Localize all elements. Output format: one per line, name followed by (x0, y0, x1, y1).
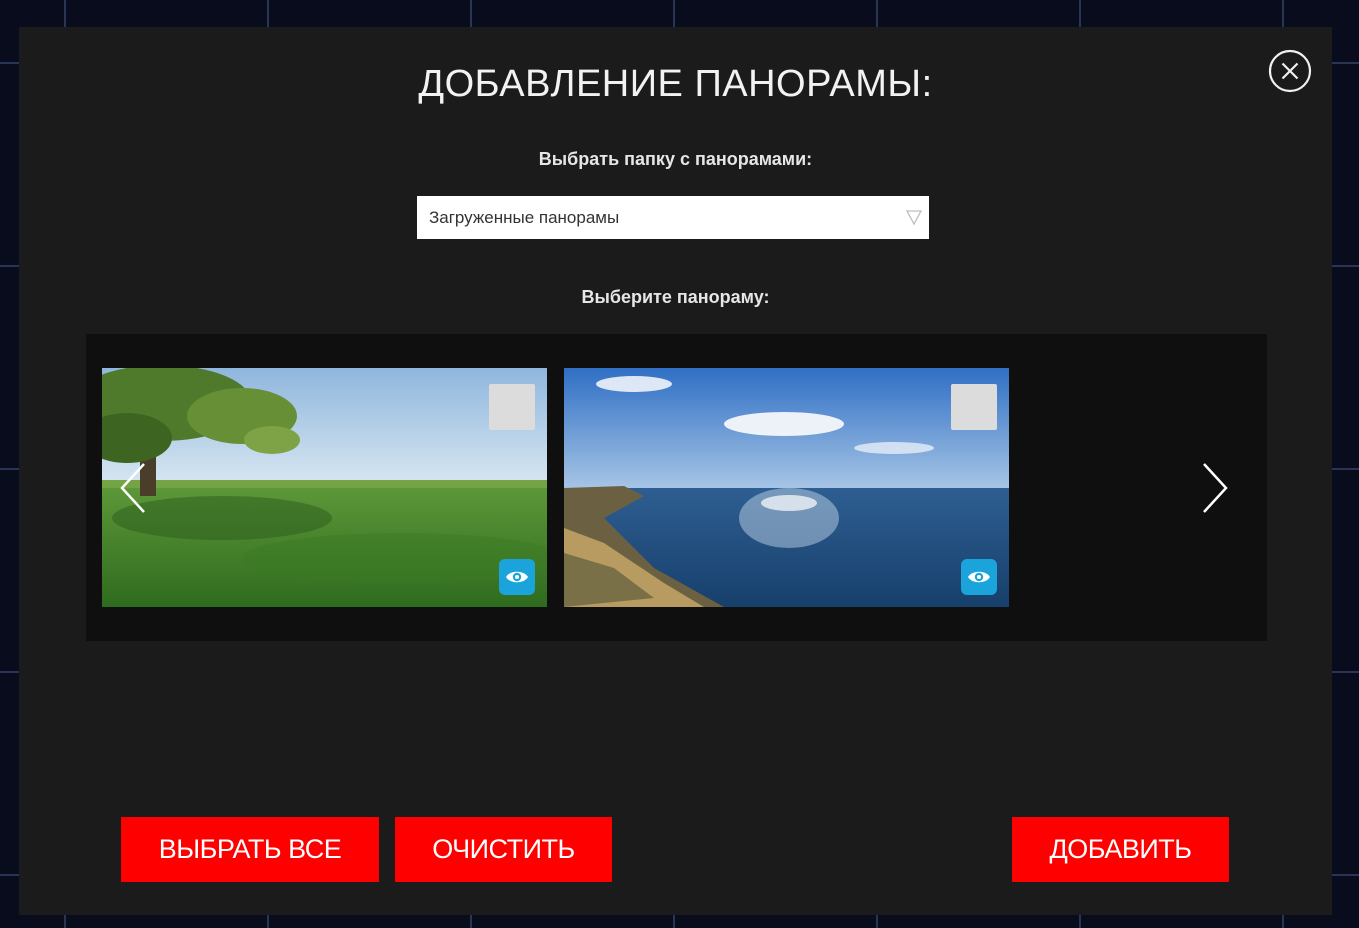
clear-button[interactable]: ОЧИСТИТЬ (395, 817, 612, 882)
chevron-right-icon (1203, 463, 1228, 513)
modal-title: ДОБАВЛЕНИЕ ПАНОРАМЫ: (418, 63, 933, 105)
panorama-label: Выберите панораму: (581, 287, 770, 307)
panorama-card[interactable] (564, 368, 1009, 607)
folder-select[interactable]: Загруженные панорамы (417, 196, 929, 239)
carousel-prev-button[interactable] (114, 458, 154, 518)
chevron-left-icon (120, 463, 145, 513)
panorama-card[interactable] (102, 368, 547, 607)
add-panorama-modal: ДОБАВЛЕНИЕ ПАНОРАМЫ: Выбрать папку с пан… (19, 27, 1332, 915)
panorama-thumbnail-meadow (102, 368, 547, 607)
eye-icon (506, 571, 528, 583)
panorama-checkbox[interactable] (951, 384, 997, 430)
eye-icon (968, 571, 990, 583)
preview-button[interactable] (961, 559, 997, 595)
panorama-carousel (86, 334, 1267, 641)
add-button[interactable]: ДОБАВИТЬ (1012, 817, 1229, 882)
carousel-next-button[interactable] (1194, 458, 1234, 518)
folder-label: Выбрать папку с панорамами: (538, 149, 813, 169)
folder-select-value: Загруженные панорамы (429, 208, 620, 227)
panorama-checkbox[interactable] (489, 384, 535, 430)
select-all-button[interactable]: ВЫБРАТЬ ВСЕ (121, 817, 379, 882)
panorama-thumbnail-sea (564, 368, 1009, 607)
preview-button[interactable] (499, 559, 535, 595)
triangle-down-icon (905, 210, 923, 226)
